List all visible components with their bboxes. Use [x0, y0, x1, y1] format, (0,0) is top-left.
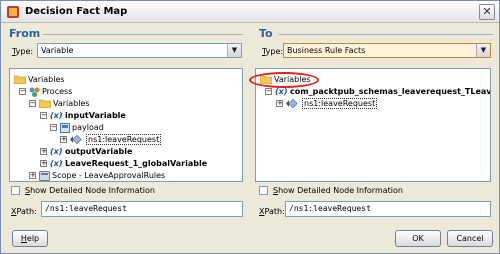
from-divider	[43, 34, 243, 35]
to-divider	[279, 34, 493, 35]
variable-icon: (x)	[50, 147, 63, 156]
collapse-icon[interactable]: −	[19, 88, 26, 95]
message-part-icon	[60, 122, 70, 133]
variable-icon: (x)	[50, 159, 63, 168]
from-header: From	[9, 27, 41, 40]
decision-fact-map-dialog: Decision Fact Map ✕ From Type: Variable …	[0, 0, 500, 254]
to-type-label: Type:	[262, 47, 284, 56]
tree-node-global-variable[interactable]: (x) LeaveRequest_1_globalVariable	[50, 158, 207, 169]
process-icon	[29, 87, 40, 97]
from-show-detail-label: Show Detailed Node Information	[25, 186, 155, 195]
collapse-icon[interactable]: −	[29, 100, 36, 107]
to-xpath-field[interactable]: /ns1:leaveRequest	[285, 201, 491, 217]
to-header: To	[259, 27, 273, 40]
dialog-body: From Type: Variable ▼ Variables − Proces…	[1, 24, 499, 253]
variable-icon: (x)	[50, 111, 63, 120]
variable-icon: (x)	[275, 87, 288, 96]
collapse-icon[interactable]: −	[40, 112, 47, 119]
to-show-detail-checkbox[interactable]	[259, 186, 268, 195]
tree-node-inner-variables[interactable]: Variables	[39, 98, 90, 109]
expand-icon[interactable]: +	[40, 160, 47, 167]
cancel-button[interactable]: Cancel	[447, 230, 493, 247]
folder-icon	[14, 75, 26, 84]
to-xpath-label: XPath:	[259, 207, 285, 216]
highlight-ellipse	[249, 72, 319, 88]
ok-button[interactable]: OK	[395, 230, 441, 247]
to-type-select[interactable]: Business Rule Facts ▼	[283, 43, 491, 58]
expand-icon[interactable]: +	[29, 172, 36, 179]
tree-node-input-variable[interactable]: (x) inputVariable	[50, 110, 126, 121]
from-xpath-label: XPath:	[11, 207, 37, 216]
tree-node-schema-variable[interactable]: (x) com_packtpub_schemas_leaverequest_TL…	[275, 86, 490, 97]
from-type-value: Variable	[41, 46, 74, 55]
from-tree[interactable]: Variables − Process − Variables − (x) in…	[9, 68, 243, 182]
tree-node-output-variable[interactable]: (x) outputVariable	[50, 146, 132, 157]
title-bar: Decision Fact Map ✕	[1, 1, 499, 23]
element-icon	[286, 99, 298, 108]
element-icon	[70, 135, 82, 144]
from-type-select[interactable]: Variable ▼	[37, 43, 242, 58]
tree-node-leave-request[interactable]: ns1:leaveRequest	[70, 134, 162, 145]
window-title: Decision Fact Map	[25, 6, 128, 17]
tree-node-variables[interactable]: Variables	[14, 74, 65, 85]
app-icon	[7, 6, 19, 18]
close-button[interactable]: ✕	[479, 4, 495, 20]
expand-icon[interactable]: +	[60, 136, 67, 143]
help-button[interactable]: Help	[12, 230, 48, 247]
chevron-down-icon[interactable]: ▼	[476, 44, 490, 57]
collapse-icon[interactable]: −	[50, 124, 57, 131]
tree-node-payload[interactable]: payload	[60, 122, 104, 133]
scope-icon	[39, 170, 50, 181]
tree-node-scope[interactable]: Scope - LeaveApprovalRules	[39, 170, 165, 181]
collapse-icon[interactable]: −	[265, 88, 272, 95]
expand-icon[interactable]: +	[276, 100, 283, 107]
from-show-detail-checkbox[interactable]	[11, 186, 20, 195]
to-type-value: Business Rule Facts	[287, 46, 366, 55]
from-type-label: Type:	[12, 47, 34, 56]
chevron-down-icon[interactable]: ▼	[227, 44, 241, 57]
tree-node-process[interactable]: Process	[29, 86, 72, 97]
expand-icon[interactable]: +	[40, 148, 47, 155]
to-show-detail-label: Show Detailed Node Information	[273, 186, 403, 195]
tree-node-leave-request[interactable]: ns1:leaveRequest	[286, 98, 378, 109]
from-xpath-field[interactable]: /ns1:leaveRequest	[41, 201, 243, 217]
folder-icon	[39, 99, 51, 108]
